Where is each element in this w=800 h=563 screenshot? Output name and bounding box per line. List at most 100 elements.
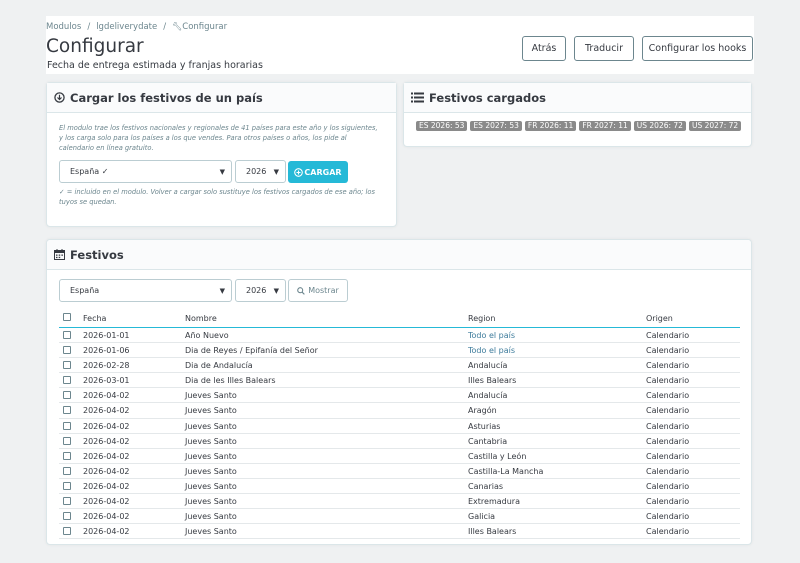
row-checkbox[interactable] xyxy=(63,512,71,521)
row-checkbox[interactable] xyxy=(63,451,71,460)
chevron-down-icon: ▼ xyxy=(219,168,225,176)
row-name: Dia de les Illes Balears xyxy=(185,376,276,386)
loaded-holidays-title: Festivos cargados xyxy=(429,90,546,105)
table-row: 2026-03-01 Dia de les Illes Balears Illes … xyxy=(59,373,740,389)
row-checkbox[interactable] xyxy=(63,391,71,400)
row-origin: Calendario xyxy=(646,512,690,522)
column-header-name[interactable]: Nombre xyxy=(185,314,217,323)
back-button[interactable]: Atrás xyxy=(522,36,566,61)
row-origin: Calendario xyxy=(646,436,690,446)
row-name: Jueves Santo xyxy=(185,391,237,401)
breadcrumb-item-modulos[interactable]: Modulos xyxy=(46,22,81,32)
table-header: Fecha Nombre Region Origen xyxy=(59,310,740,328)
load-button-label: CARGAR xyxy=(304,167,342,177)
table-row: 2026-04-02 Jueves Santo Asturias Calendario xyxy=(59,419,740,434)
row-date: 2026-02-28 xyxy=(83,361,130,371)
row-region: Aragón xyxy=(468,406,497,416)
wrench-icon: 🔧︎ xyxy=(172,22,183,31)
filter-year-select[interactable]: 2026 ▼ xyxy=(235,279,286,302)
row-origin: Calendario xyxy=(646,346,690,356)
select-all-checkbox[interactable] xyxy=(63,313,71,321)
load-info-text: El modulo trae los festivos nacionales y… xyxy=(59,124,378,152)
table-row: 2026-01-01 Año Nuevo Todo el país Calendari… xyxy=(59,328,740,344)
row-date: 2026-04-02 xyxy=(83,527,130,537)
filter-country-value: España xyxy=(70,286,100,295)
row-date: 2026-03-01 xyxy=(83,376,130,386)
breadcrumb-item-current: Configurar xyxy=(182,22,228,32)
status-badge: ES 2026: 53 xyxy=(416,121,468,131)
status-badge: ES 2027: 53 xyxy=(470,121,522,131)
row-date: 2026-04-02 xyxy=(83,451,130,461)
row-checkbox[interactable] xyxy=(63,331,71,339)
table-row: 2026-04-02 Jueves Santo Illes Balears Calen… xyxy=(59,524,740,540)
row-checkbox[interactable] xyxy=(63,406,71,415)
table-row: 2026-01-06 Dia de Reyes / Epifanía del Se… xyxy=(59,343,740,359)
status-badge: US 2027: 72 xyxy=(688,121,742,131)
table-row: 2026-04-02 Jueves Santo Castilla-La Mancha… xyxy=(59,464,740,479)
row-region: Canarias xyxy=(468,481,504,491)
loaded-holidays-panel: Festivos cargados ES 2026: 53 ES 2027: 5… xyxy=(403,82,752,147)
table-row: 2026-04-02 Jueves Santo Canarias Calendario xyxy=(59,479,740,495)
row-checkbox[interactable] xyxy=(63,436,71,445)
table-row: 2026-02-28 Dia de Andalucía Andalucía Calen… xyxy=(59,358,740,374)
row-checkbox[interactable] xyxy=(63,346,71,355)
breadcrumb-item-module[interactable]: lgdeliverydate xyxy=(96,22,157,32)
row-region: Galicia xyxy=(468,512,496,522)
load-holidays-panel: Cargar los festivos de un país El modulo… xyxy=(46,82,397,227)
row-origin: Calendario xyxy=(646,406,690,416)
table-row: 2026-04-02 Jueves Santo Galicia Calendario xyxy=(59,509,740,525)
row-date: 2026-04-02 xyxy=(83,436,130,446)
chevron-down-icon: ▼ xyxy=(219,287,225,295)
row-region: Cantabria xyxy=(468,436,508,446)
filter-year-value: 2026 xyxy=(246,286,267,295)
load-note-text: ✓ = incluido en el modulo. Volver a carg… xyxy=(59,188,375,206)
row-checkbox[interactable] xyxy=(63,421,71,430)
row-region: Asturias xyxy=(468,421,501,431)
year-select[interactable]: 2026 ▼ xyxy=(235,160,286,183)
show-button-label: Mostrar xyxy=(308,286,339,295)
country-select[interactable]: España ✓ ▼ xyxy=(59,160,232,183)
status-badge: FR 2026: 11 xyxy=(524,121,577,131)
show-button[interactable]: Mostrar xyxy=(288,279,348,302)
holidays-title: Festivos xyxy=(70,247,124,262)
row-date: 2026-04-02 xyxy=(83,512,130,522)
row-name: Jueves Santo xyxy=(185,466,237,476)
configure-hooks-button[interactable]: Configurar los hooks xyxy=(642,36,753,61)
row-region: Illes Balears xyxy=(468,376,517,386)
holidays-table: Fecha Nombre Region Origen 2026-01-01 Año… xyxy=(59,310,740,540)
row-checkbox[interactable] xyxy=(63,466,71,475)
row-origin: Calendario xyxy=(646,421,690,431)
row-checkbox[interactable] xyxy=(63,481,71,490)
row-origin: Calendario xyxy=(646,497,690,507)
column-header-origin[interactable]: Origen xyxy=(646,314,673,323)
row-checkbox[interactable] xyxy=(63,361,71,370)
row-name: Jueves Santo xyxy=(185,512,237,522)
row-date: 2026-04-02 xyxy=(83,481,130,491)
row-date: 2026-04-02 xyxy=(83,466,130,476)
column-header-region[interactable]: Region xyxy=(468,314,495,323)
row-region: Illes Balears xyxy=(468,527,517,537)
load-button[interactable]: CARGAR xyxy=(288,161,348,183)
table-body: 2026-01-01 Año Nuevo Todo el país Calendari… xyxy=(59,328,740,540)
row-date: 2026-04-02 xyxy=(83,406,130,416)
loaded-badges: ES 2026: 53 ES 2027: 53 FR 2026: 11 FR 2… xyxy=(416,121,742,131)
row-checkbox[interactable] xyxy=(63,376,71,385)
row-region: Andalucía xyxy=(468,361,508,371)
filter-country-select[interactable]: España ▼ xyxy=(59,279,232,302)
chevron-down-icon: ▼ xyxy=(273,287,279,295)
table-row: 2026-04-02 Jueves Santo Cantabria Calendari… xyxy=(59,434,740,449)
row-name: Dia de Reyes / Epifanía del Señor xyxy=(185,346,318,356)
row-origin: Calendario xyxy=(646,481,690,491)
load-holidays-panel-header: Cargar los festivos de un país xyxy=(47,83,396,113)
row-region: Todo el país xyxy=(468,346,515,356)
plus-circle-icon xyxy=(294,167,304,177)
column-header-date[interactable]: Fecha xyxy=(83,314,106,323)
translate-button[interactable]: Traducir xyxy=(574,36,634,61)
row-region: Andalucía xyxy=(468,391,508,401)
row-checkbox[interactable] xyxy=(63,497,71,506)
row-date: 2026-01-01 xyxy=(83,331,130,340)
row-origin: Calendario xyxy=(646,527,690,537)
list-icon xyxy=(411,92,424,103)
row-checkbox[interactable] xyxy=(63,527,71,536)
download-circle-icon xyxy=(54,92,65,103)
